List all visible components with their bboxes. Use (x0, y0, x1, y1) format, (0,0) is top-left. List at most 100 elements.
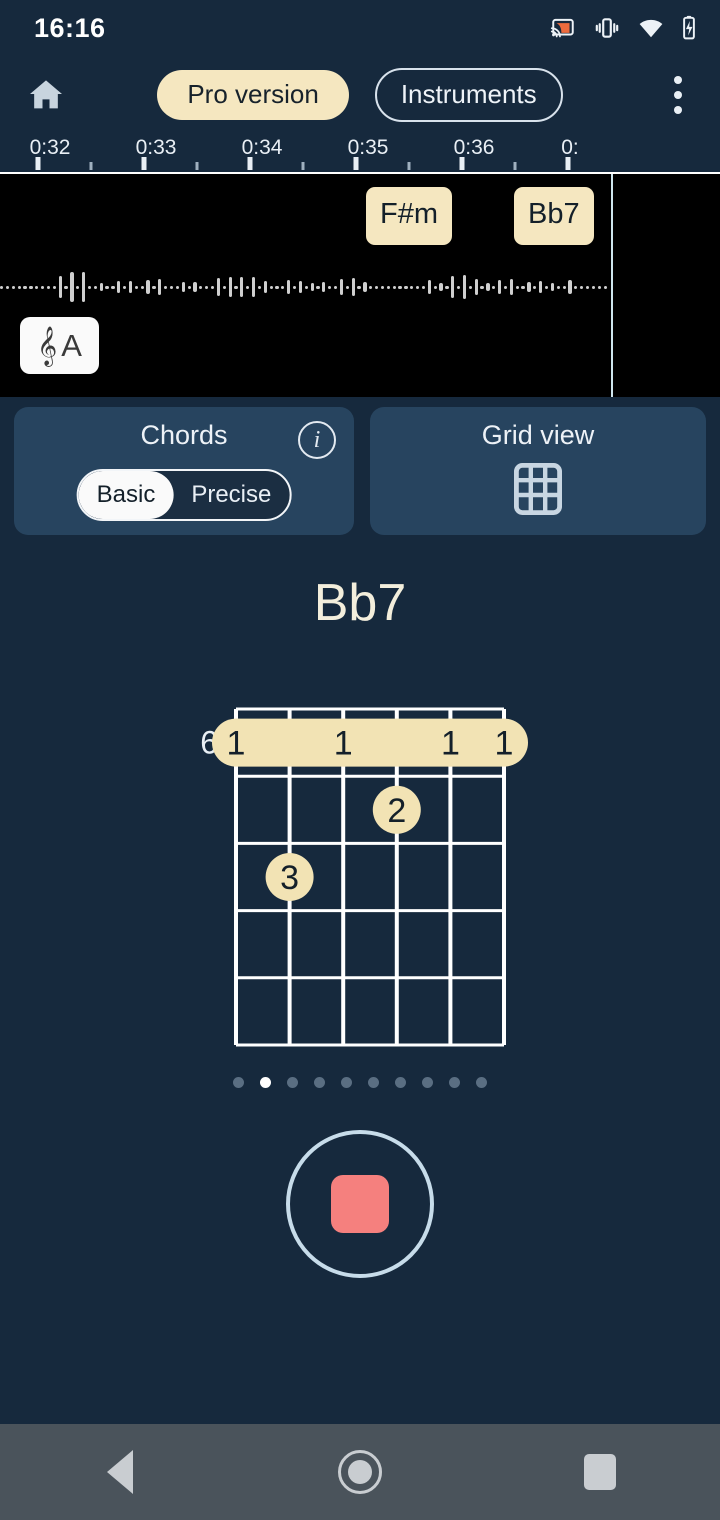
finger-number: 3 (280, 859, 299, 897)
waveform-bar (562, 285, 566, 289)
waveform-bar (398, 285, 402, 289)
nav-home-button[interactable] (300, 1424, 420, 1520)
chord-diagram[interactable]: 6 1 1 1 123 (180, 687, 540, 1067)
more-options-button[interactable] (652, 65, 704, 125)
waveform-bar (298, 281, 303, 293)
cast-icon (550, 18, 574, 38)
waveform-bar (29, 285, 33, 289)
app-bar: Pro version Instruments (0, 56, 720, 134)
pager-dot[interactable] (287, 1077, 298, 1088)
waveform-bar (216, 278, 221, 296)
waveform-bar (181, 282, 185, 292)
waveform-bar (404, 285, 408, 289)
pager-dot[interactable] (476, 1077, 487, 1088)
waveform-bar (64, 285, 68, 289)
status-bar: 16:16 (0, 0, 720, 56)
nav-recents-button[interactable] (540, 1424, 660, 1520)
chord-variation-pager[interactable] (0, 1077, 720, 1088)
waveform-bar (205, 285, 209, 289)
waveform-bar (70, 272, 74, 302)
waveform-bar (462, 275, 467, 299)
waveform-bar (251, 277, 256, 297)
chords-mode-toggle[interactable]: Basic Precise (76, 469, 292, 521)
pager-dot[interactable] (422, 1077, 433, 1088)
waveform-bar (363, 282, 367, 292)
waveform-bar (146, 280, 150, 294)
waveform-bar (357, 285, 361, 289)
track-chord-chip[interactable]: F#m (366, 187, 452, 245)
waveform-bar (310, 283, 314, 291)
waveform-bar (263, 281, 267, 293)
stop-button[interactable] (286, 1130, 434, 1278)
back-icon (107, 1450, 133, 1494)
waveform-bar (427, 280, 431, 294)
more-vertical-icon-dot (674, 106, 682, 114)
waveform-bar (287, 280, 291, 294)
pager-dot[interactable] (233, 1077, 244, 1088)
home-button[interactable] (18, 67, 74, 123)
waveform-bar (76, 285, 80, 289)
waveform-bar (257, 285, 262, 289)
pager-dot[interactable] (449, 1077, 460, 1088)
wifi-icon (639, 19, 663, 38)
chords-mode-precise[interactable]: Precise (173, 471, 289, 519)
ruler-tick-major (35, 157, 41, 170)
pager-dot[interactable] (341, 1077, 352, 1088)
waveform-bar (0, 285, 4, 289)
waveform-bar (240, 277, 244, 297)
waveform-track[interactable]: 𝄞 A F#m Bb7 (0, 174, 720, 399)
grid-view-panel[interactable]: Grid view (370, 407, 706, 535)
waveform-bar (269, 285, 273, 289)
pager-dot-active[interactable] (260, 1077, 271, 1088)
pro-version-button[interactable]: Pro version (157, 70, 349, 120)
waveform-bar (11, 285, 15, 289)
waveform-bar (123, 285, 127, 289)
waveform-bar (52, 285, 56, 289)
pager-dot[interactable] (395, 1077, 406, 1088)
chord-diagram-wrapper[interactable]: 6111123 (0, 687, 720, 1067)
ruler-tick-minor (407, 162, 411, 170)
waveform-bar (140, 285, 144, 289)
pager-dot[interactable] (368, 1077, 379, 1088)
barre[interactable] (214, 718, 526, 767)
more-vertical-icon-dot (674, 76, 682, 84)
chords-mode-basic[interactable]: Basic (78, 471, 174, 519)
ruler-tick-major (459, 157, 465, 170)
waveform-bar (539, 281, 543, 293)
instruments-button[interactable]: Instruments (374, 68, 563, 122)
android-nav-bar (0, 1424, 720, 1520)
waveform-bar (521, 285, 525, 289)
waveform-bar (351, 278, 355, 296)
waveform-bar (486, 283, 490, 291)
pager-dot[interactable] (314, 1077, 325, 1088)
battery-charging-icon (683, 15, 695, 40)
current-chord-title: Bb7 (313, 574, 407, 632)
waveform-bar (46, 285, 51, 289)
home-circle-icon (338, 1450, 382, 1494)
waveform-bar (556, 285, 560, 289)
waveform-bar (580, 285, 584, 289)
finger-number: 1 (495, 725, 514, 763)
waveform-bar (23, 285, 27, 289)
nav-back-button[interactable] (60, 1424, 180, 1520)
waveform-bar (199, 285, 203, 289)
waveform-bar (445, 285, 449, 289)
waveform-bar (515, 285, 519, 289)
waveform-bar (457, 285, 461, 289)
timeline-ruler[interactable]: 0:32 0:33 0:34 0:35 0:36 0: (0, 134, 720, 174)
key-signature-badge[interactable]: 𝄞 A (20, 317, 99, 374)
status-icons (548, 15, 698, 41)
waveform-bar (111, 285, 115, 289)
waveform-bar (333, 285, 338, 289)
controls-panels: Chords i Basic Precise Grid view (0, 399, 720, 535)
waveform-bar (117, 281, 121, 293)
finger-number: 2 (387, 792, 406, 830)
playhead[interactable] (611, 174, 613, 397)
waveform-bar (99, 283, 103, 291)
waveform-bar (591, 285, 596, 289)
info-icon[interactable]: i (298, 421, 336, 459)
waveform-bar (468, 285, 472, 289)
waveform-bar (474, 279, 478, 295)
waveform-bar (492, 285, 496, 289)
track-chord-chip[interactable]: Bb7 (514, 187, 594, 245)
